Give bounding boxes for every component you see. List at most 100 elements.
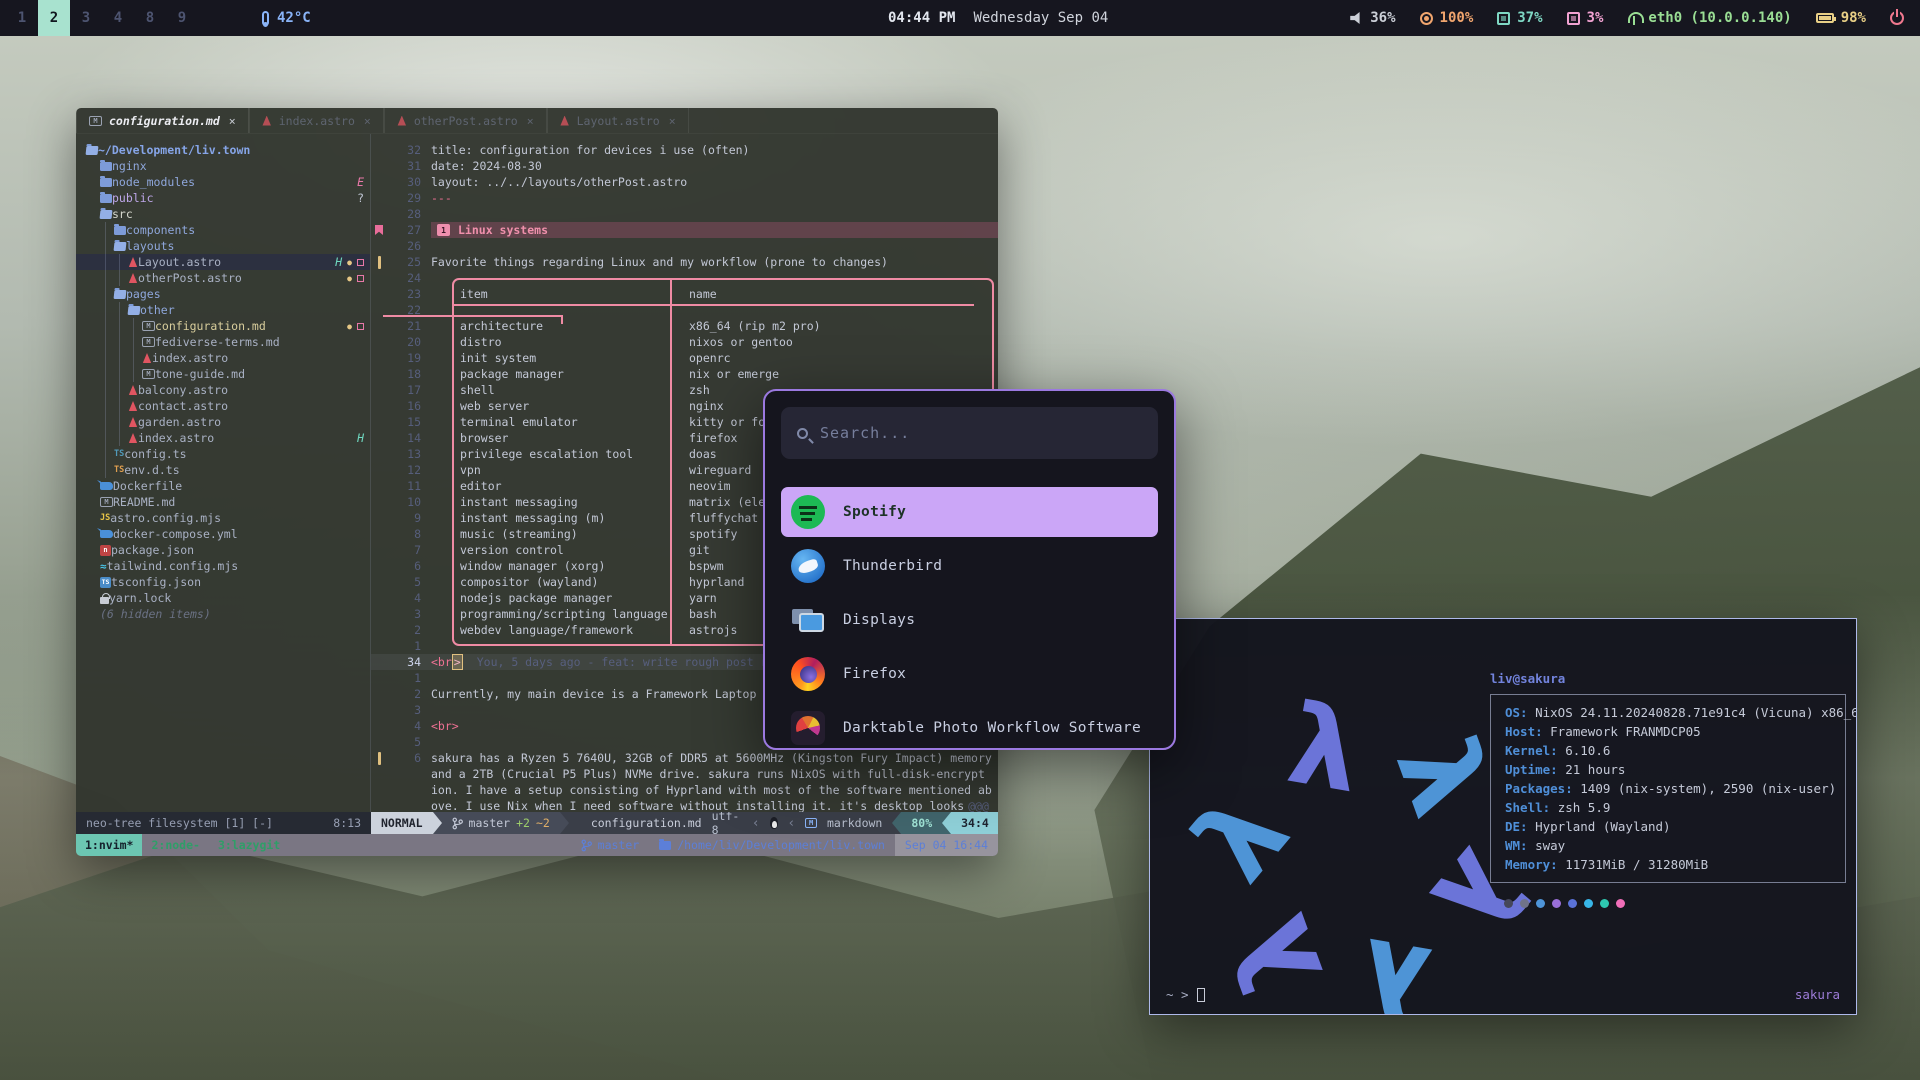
tree-item-garden.astro[interactable]: garden.astro (76, 414, 370, 430)
indent-guide (119, 254, 128, 270)
tree-item-nginx[interactable]: nginx (76, 158, 370, 174)
table-cell-name: x86_64 (rip m2 pro) (689, 319, 821, 333)
table-cell-name: bspwm (689, 559, 724, 573)
tree-item-other[interactable]: other (76, 302, 370, 318)
gpu-module[interactable]: 3% (1567, 10, 1604, 26)
launcher-item-spotify[interactable]: Spotify (781, 487, 1158, 537)
tree-item-balcony.astro[interactable]: balcony.astro (76, 382, 370, 398)
tmux-window-2:node-[interactable]: 2:node- (142, 834, 208, 856)
line-text: ion. I have a setup consisting of Hyprla… (431, 783, 998, 797)
tab-close-icon[interactable]: × (229, 114, 236, 128)
workspace-8[interactable]: 8 (134, 0, 166, 36)
tab-close-icon[interactable]: × (527, 114, 534, 128)
tailwind-icon: ≈ (100, 560, 107, 573)
workspace-9[interactable]: 9 (166, 0, 198, 36)
workspace-3[interactable]: 3 (70, 0, 102, 36)
git-branch-icon (581, 839, 592, 852)
tab-configuration.md[interactable]: Mconfiguration.md× (76, 108, 249, 133)
line-text: distronixos or gentoo (431, 335, 998, 349)
tree-item-tsconfig.json[interactable]: TStsconfig.json (76, 574, 370, 590)
folder-icon (114, 226, 126, 235)
line-number: 12 (387, 463, 421, 477)
tree-item-components[interactable]: components (76, 222, 370, 238)
launcher-item-thunderbird[interactable]: Thunderbird (781, 541, 1158, 591)
tab-close-icon[interactable]: × (364, 114, 371, 128)
tree-item-docker-compose.yml[interactable]: docker-compose.yml (76, 526, 370, 542)
line-number: 13 (387, 447, 421, 461)
tmux-window-3:lazygit[interactable]: 3:lazygit (209, 834, 289, 856)
tree-item-astro.config.mjs[interactable]: JSastro.config.mjs (76, 510, 370, 526)
tree-item-index.astro[interactable]: index.astro (76, 350, 370, 366)
tree-item-env.d.ts[interactable]: TSenv.d.ts (76, 462, 370, 478)
code-line: 24 (371, 270, 998, 286)
tree-item-pages[interactable]: pages (76, 286, 370, 302)
tree-item-README.md[interactable]: MREADME.md (76, 494, 370, 510)
tree-item-label: otherPost.astro (138, 271, 242, 285)
powerline-separator (433, 812, 442, 834)
tree-item-nodemodules[interactable]: node_modulesE (76, 174, 370, 190)
table-cell-item: shell (460, 383, 668, 397)
workspace-4[interactable]: 4 (102, 0, 134, 36)
temperature-module[interactable]: 42°C (262, 10, 311, 26)
code-line: 28 (371, 206, 998, 222)
tree-item-package.json[interactable]: npackage.json (76, 542, 370, 558)
tree-item-6hiddenitems[interactable]: (6 hidden items) (76, 606, 370, 622)
cpu-module[interactable]: 37% (1497, 10, 1542, 26)
tree-item-tailwind.config.mjs[interactable]: ≈tailwind.config.mjs (76, 558, 370, 574)
scroll-percent: 80% (901, 812, 942, 834)
launcher-item-firefox[interactable]: Firefox (781, 649, 1158, 699)
shell-prompt[interactable]: ~ > (1166, 987, 1205, 1002)
launcher-item-displays[interactable]: Displays (781, 595, 1158, 645)
tree-root[interactable]: ~/Development/liv.town (76, 142, 370, 158)
tree-item-public[interactable]: public? (76, 190, 370, 206)
tree-item-src[interactable]: src (76, 206, 370, 222)
workspace-2[interactable]: 2 (38, 0, 70, 36)
tmux-status-bar: 1:nvim*2:node-3:lazygit master /home/liv… (76, 834, 998, 856)
battery-module[interactable]: 98% (1816, 10, 1866, 26)
tree-item-fediverse-terms.md[interactable]: Mfediverse-terms.md (76, 334, 370, 350)
search-input[interactable] (820, 424, 1142, 442)
workspace-1[interactable]: 1 (6, 0, 38, 36)
astro-file-icon (128, 273, 138, 283)
network-module[interactable]: eth0 (10.0.0.140) (1627, 10, 1791, 26)
tree-item-label: fediverse-terms.md (155, 335, 280, 349)
tree-item-index.astro[interactable]: index.astroH (76, 430, 370, 446)
tmux-window-1:nvim*[interactable]: 1:nvim* (76, 834, 142, 856)
tab-close-icon[interactable]: × (669, 114, 676, 128)
table-cell-name: fluffychat (689, 511, 758, 525)
fetch-user-host: liv@sakura (1490, 671, 1846, 686)
folder-open-icon (100, 210, 113, 219)
tmux-right: master /home/liv/Development/liv.town Se… (571, 834, 998, 856)
fetch-field-value: Framework FRANMDCP05 (1550, 724, 1701, 739)
astro-file-icon (142, 353, 152, 363)
git-unstaged-square (357, 259, 364, 266)
tree-item-contact.astro[interactable]: contact.astro (76, 398, 370, 414)
tree-item-config.ts[interactable]: TSconfig.ts (76, 446, 370, 462)
launcher-search-box[interactable] (781, 407, 1158, 459)
volume-module[interactable]: 36% (1350, 10, 1395, 26)
tree-item-configuration.md[interactable]: Mconfiguration.md● (76, 318, 370, 334)
neotree-panel[interactable]: ~/Development/liv.townnginxnode_modulesE… (76, 134, 371, 812)
tree-item-label: package.json (111, 543, 194, 557)
tree-item-layouts[interactable]: layouts (76, 238, 370, 254)
tree-item-Layout.astro[interactable]: Layout.astroH● (76, 254, 370, 270)
tree-item-otherPost.astro[interactable]: otherPost.astro● (76, 270, 370, 286)
code-line: 29--- (371, 190, 998, 206)
tree-item-yarn.lock[interactable]: yarn.lock (76, 590, 370, 606)
power-module[interactable] (1890, 11, 1904, 25)
tab-index.astro[interactable]: index.astro× (249, 108, 384, 133)
tree-item-Dockerfile[interactable]: Dockerfile (76, 478, 370, 494)
cpu-value: 37% (1517, 10, 1542, 26)
tab-Layout.astro[interactable]: Layout.astro× (547, 108, 689, 133)
table-cell-item: package manager (460, 367, 668, 381)
brightness-module[interactable]: 100% (1420, 10, 1474, 26)
tree-item-tone-guide.md[interactable]: Mtone-guide.md (76, 366, 370, 382)
tab-otherPost.astro[interactable]: otherPost.astro× (384, 108, 547, 133)
line-number: 3 (387, 607, 421, 621)
launcher-item-darktable[interactable]: Darktable Photo Workflow Software (781, 703, 1158, 750)
line-content: sakura has a Ryzen 5 7640U, 32GB of DDR5… (431, 751, 992, 765)
fetch-terminal-window[interactable]: λλλλλλ liv@sakura OS: NixOS 24.11.202408… (1149, 618, 1857, 1015)
line-number: 5 (387, 735, 421, 749)
line-number: 9 (387, 511, 421, 525)
displays-icon (791, 603, 825, 637)
